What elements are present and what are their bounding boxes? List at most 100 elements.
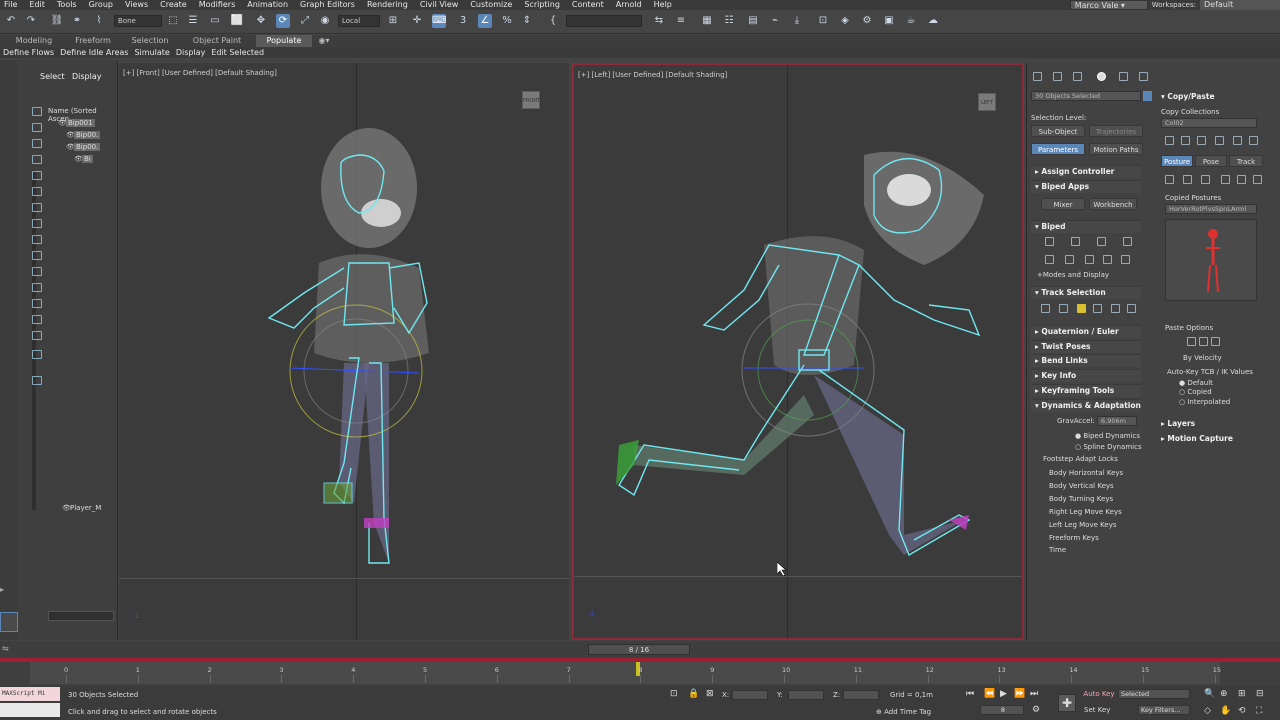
body-horizontal-keys-checkbox[interactable]: Body Horizontal Keys — [1049, 469, 1123, 477]
color-swatch[interactable] — [1143, 91, 1152, 101]
zoom-icon[interactable]: 🔍 — [1204, 689, 1215, 699]
render-production-icon[interactable]: ☕ — [904, 14, 918, 28]
figure-mode-icon[interactable] — [1045, 237, 1054, 246]
paste-turn-icon[interactable] — [1211, 337, 1220, 346]
mirror-icon[interactable]: ⇆ — [652, 14, 666, 28]
render-setup-icon[interactable]: ⚙ — [860, 14, 874, 28]
set-key-button[interactable]: Set Key — [1084, 706, 1110, 714]
maxscript-listener[interactable]: MAXScript Mi — [0, 687, 60, 701]
move-icon[interactable]: ✥ — [254, 14, 268, 28]
select-manipulate-icon[interactable]: ✛ — [410, 14, 424, 28]
menu-scripting[interactable]: Scripting — [520, 0, 568, 10]
assign-controller-rollout[interactable]: ▸ Assign Controller — [1035, 167, 1114, 176]
capture-snapshot-icon[interactable] — [1253, 175, 1262, 184]
pan-view-icon[interactable]: ✋ — [1220, 706, 1231, 716]
biped-dynamics-radio[interactable]: ● Biped Dynamics — [1075, 432, 1140, 440]
motion-paths-button[interactable]: Motion Paths — [1089, 143, 1143, 155]
render-in-cloud-icon[interactable]: ☁ — [926, 14, 940, 28]
filter-bones-icon[interactable] — [32, 235, 42, 244]
menu-animation[interactable]: Animation — [243, 0, 296, 10]
filter-helpers-icon[interactable] — [32, 171, 42, 180]
quaternion-euler-rollout[interactable]: ▸ Quaternion / Euler — [1035, 327, 1119, 336]
freeform-keys-checkbox[interactable]: Freeform Keys — [1049, 534, 1099, 542]
body-horizontal-icon[interactable] — [1041, 304, 1050, 313]
scene-explorer-display-tab[interactable]: Display — [72, 72, 102, 81]
convert-icon[interactable] — [1103, 255, 1112, 264]
menu-create[interactable]: Create — [156, 0, 195, 10]
ribbon-tab-selection[interactable]: Selection — [122, 35, 178, 47]
filter-geometry-icon[interactable] — [32, 107, 42, 116]
copy-posture-icon[interactable] — [1165, 175, 1174, 184]
menu-content[interactable]: Content — [568, 0, 612, 10]
biped-playback-icon[interactable] — [1045, 255, 1054, 264]
key-filters-button[interactable]: Key Filters... — [1138, 705, 1190, 715]
trajectories-button[interactable]: Trajectories — [1089, 125, 1143, 137]
pivot-center-icon[interactable]: ⊞ — [386, 14, 400, 28]
maximize-viewport-icon[interactable]: ⛶ — [1256, 706, 1262, 716]
y-coordinate-field[interactable] — [788, 690, 824, 700]
bind-space-warp-icon[interactable]: ⌇ — [92, 14, 106, 28]
isolate-selection-icon[interactable]: ⊡ — [670, 689, 678, 699]
scene-explorer-select-tab[interactable]: Select — [40, 72, 65, 81]
menu-group[interactable]: Group — [85, 0, 121, 10]
x-coordinate-field[interactable] — [732, 690, 768, 700]
go-to-end-icon[interactable]: ⏭ — [1030, 689, 1038, 699]
unlink-icon[interactable]: ⚭ — [70, 14, 84, 28]
render-frame-window-icon[interactable]: ▣ — [882, 14, 896, 28]
filter-funnel-icon[interactable] — [32, 350, 42, 359]
filter-containers-icon[interactable] — [32, 251, 42, 260]
default-radio[interactable]: ● Default — [1179, 379, 1213, 387]
menu-arnold[interactable]: Arnold — [612, 0, 650, 10]
hierarchy-tab-icon[interactable] — [1073, 72, 1082, 81]
align-icon[interactable]: ≡ — [674, 14, 688, 28]
ribbon-define-flows[interactable]: Define Flows — [0, 47, 57, 58]
percent-snap-icon[interactable]: % — [500, 14, 514, 28]
keyboard-shortcut-override-icon[interactable]: ⌨ — [432, 14, 446, 28]
paste-horizontal-icon[interactable] — [1187, 337, 1196, 346]
tree-row[interactable]: 👁Bip00. — [66, 143, 101, 153]
mixer-button[interactable]: Mixer — [1041, 198, 1085, 210]
layers-rollout[interactable]: ▸ Layers — [1161, 419, 1195, 428]
mixer-mode-icon[interactable] — [1123, 237, 1132, 246]
play-icon[interactable]: ▶ — [1000, 689, 1007, 699]
move-all-mode-icon[interactable] — [1121, 255, 1130, 264]
posture-tab[interactable]: Posture — [1161, 155, 1193, 167]
save-file-icon[interactable] — [1085, 255, 1094, 264]
menu-graph-editors[interactable]: Graph Editors — [296, 0, 363, 10]
tree-row[interactable]: 👁Bi — [74, 155, 93, 165]
opposite-icon[interactable] — [1127, 304, 1136, 313]
paste-opposite-icon[interactable] — [1201, 175, 1210, 184]
spinner-snap-icon[interactable]: ⇕ — [520, 14, 534, 28]
curve-editor-icon[interactable]: ⌁ — [768, 14, 782, 28]
redo-icon[interactable]: ↷ — [24, 14, 38, 28]
filter-frozen-icon[interactable] — [32, 267, 42, 276]
current-frame-field[interactable]: 8 — [980, 705, 1024, 715]
delete-collection-icon[interactable] — [1181, 136, 1190, 145]
dynamics-adaptation-rollout[interactable]: ▾ Dynamics & Adaptation — [1035, 401, 1141, 410]
interpolated-radio[interactable]: ○ Interpolated — [1179, 398, 1230, 406]
filter-xrefs-icon[interactable] — [32, 219, 42, 228]
body-vertical-keys-checkbox[interactable]: Body Vertical Keys — [1049, 482, 1114, 490]
set-keys-icon[interactable]: ✚ — [1058, 694, 1076, 712]
named-selection-sets-dropdown[interactable] — [566, 15, 642, 27]
orbit-icon[interactable]: ⟲ — [1238, 706, 1246, 716]
material-editor-icon[interactable]: ◈ — [838, 14, 852, 28]
max-load-icon[interactable] — [1249, 136, 1258, 145]
keyframing-tools-rollout[interactable]: ▸ Keyframing Tools — [1035, 386, 1114, 395]
time-configuration-icon[interactable]: ⚙ — [1032, 705, 1040, 715]
track-tab[interactable]: Track — [1229, 155, 1263, 167]
ribbon-tab-freeform[interactable]: Freeform — [66, 35, 120, 47]
selection-filter-dropdown[interactable]: Bone — [114, 15, 162, 27]
filter-cameras-icon[interactable] — [32, 155, 42, 164]
ribbon-options-icon[interactable]: ◉▾ — [316, 35, 332, 47]
rotate-icon[interactable]: ⟳ — [276, 14, 290, 28]
filter-invert-icon[interactable] — [32, 331, 42, 340]
previous-frame-icon[interactable]: ⏪ — [984, 689, 995, 699]
open-mini-curve-editor-icon[interactable]: ⇋ — [2, 644, 9, 653]
filter-groups-icon[interactable] — [32, 203, 42, 212]
bend-links-rollout[interactable]: ▸ Bend Links — [1035, 356, 1088, 365]
workbench-button[interactable]: Workbench — [1089, 198, 1137, 210]
angle-snap-icon[interactable]: ∠ — [478, 14, 492, 28]
viewport-layout-tab[interactable] — [0, 612, 18, 632]
rect-selection-icon[interactable]: ▭ — [208, 14, 222, 28]
